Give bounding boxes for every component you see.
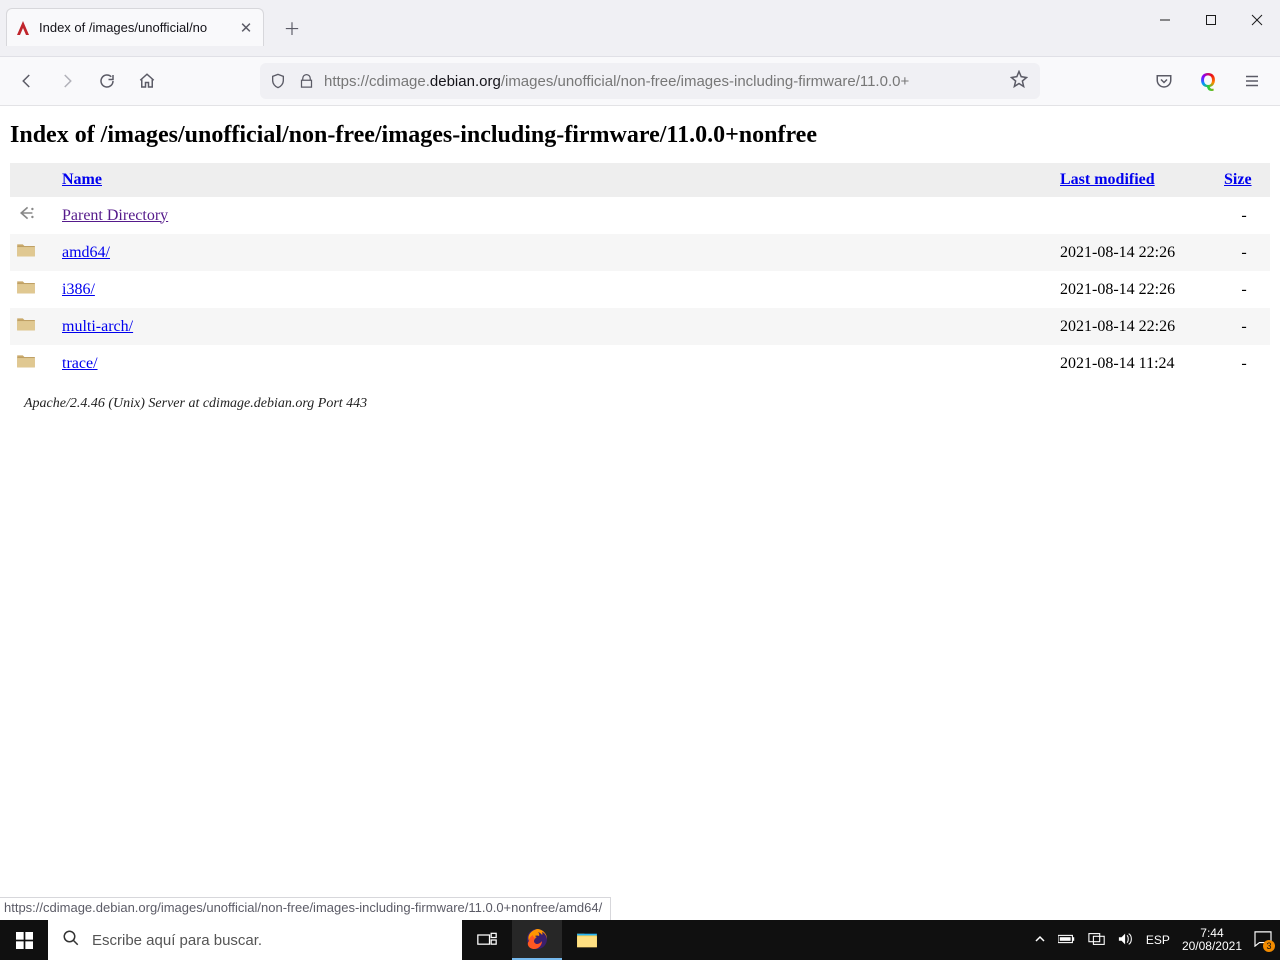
directory-link[interactable]: trace/ [62,355,98,372]
task-view-button[interactable] [462,920,512,960]
folder-icon [10,234,56,271]
back-button[interactable] [10,64,44,98]
forward-button[interactable] [50,64,84,98]
modified-cell: 2021-08-14 22:26 [1054,271,1218,308]
address-bar[interactable]: https://cdimage.debian.org/images/unoffi… [260,63,1040,99]
table-row: Parent Directory - [10,197,1270,234]
taskbar-search[interactable]: Escribe aquí para buscar. [48,920,462,960]
status-bar: https://cdimage.debian.org/images/unoffi… [0,897,611,922]
tray-volume-icon[interactable] [1118,932,1134,949]
browser-tab[interactable]: Index of /images/unofficial/no ✕ [6,8,264,46]
folder-icon [10,308,56,345]
directory-link[interactable]: Parent Directory [62,207,168,224]
start-button[interactable] [0,920,48,960]
bookmark-star-icon[interactable] [1010,70,1032,92]
extension-icon[interactable]: Q [1190,64,1226,98]
tray-battery-icon[interactable] [1058,933,1076,948]
tray-clock[interactable]: 7:44 20/08/2021 [1182,927,1242,953]
table-row: trace/2021-08-14 11:24- [10,345,1270,382]
lock-icon[interactable] [296,71,316,91]
directory-link[interactable]: i386/ [62,281,95,298]
pocket-icon[interactable] [1146,64,1182,98]
back-icon [10,197,56,234]
size-cell: - [1218,234,1270,271]
taskbar-firefox-icon[interactable] [512,920,562,960]
url-text: https://cdimage.debian.org/images/unoffi… [324,73,1002,90]
table-header-row: Name Last modified Size [10,163,1270,197]
modified-cell: 2021-08-14 11:24 [1054,345,1218,382]
directory-link[interactable]: amd64/ [62,244,110,261]
table-row: amd64/2021-08-14 22:26- [10,234,1270,271]
home-button[interactable] [130,64,164,98]
table-row: multi-arch/2021-08-14 22:26- [10,308,1270,345]
favicon-icon [15,20,31,36]
directory-listing: Name Last modified Size Parent Directory… [10,163,1270,382]
search-placeholder: Escribe aquí para buscar. [92,932,262,949]
sort-modified-link[interactable]: Last modified [1060,171,1155,188]
shield-icon[interactable] [268,71,288,91]
app-menu-button[interactable] [1234,64,1270,98]
tray-notifications-icon[interactable]: 3 [1254,931,1272,950]
tray-overflow-button[interactable] [1034,933,1046,948]
tab-close-button[interactable]: ✕ [237,19,255,37]
page-title: Index of /images/unofficial/non-free/ima… [10,122,1270,149]
tab-title: Index of /images/unofficial/no [39,20,229,35]
tray-network-icon[interactable] [1088,932,1106,949]
page-content: Index of /images/unofficial/non-free/ima… [0,106,1280,412]
size-cell: - [1218,271,1270,308]
size-cell: - [1218,308,1270,345]
size-cell: - [1218,345,1270,382]
reload-button[interactable] [90,64,124,98]
size-cell: - [1218,197,1270,234]
sort-size-link[interactable]: Size [1224,171,1252,188]
window-maximize-button[interactable] [1188,0,1234,40]
taskbar: Escribe aquí para buscar. ESP 7:44 20/08… [0,920,1280,960]
modified-cell: 2021-08-14 22:26 [1054,308,1218,345]
directory-link[interactable]: multi-arch/ [62,318,133,335]
tray-language[interactable]: ESP [1146,933,1170,947]
window-minimize-button[interactable] [1142,0,1188,40]
folder-icon [10,271,56,308]
modified-cell: 2021-08-14 22:26 [1054,234,1218,271]
modified-cell [1054,197,1218,234]
search-icon [62,929,80,951]
new-tab-button[interactable]: ＋ [276,11,308,43]
window-close-button[interactable] [1234,0,1280,40]
folder-icon [10,345,56,382]
table-row: i386/2021-08-14 22:26- [10,271,1270,308]
sort-name-link[interactable]: Name [62,171,102,188]
server-footer: Apache/2.4.46 (Unix) Server at cdimage.d… [24,396,1270,412]
taskbar-explorer-icon[interactable] [562,920,612,960]
